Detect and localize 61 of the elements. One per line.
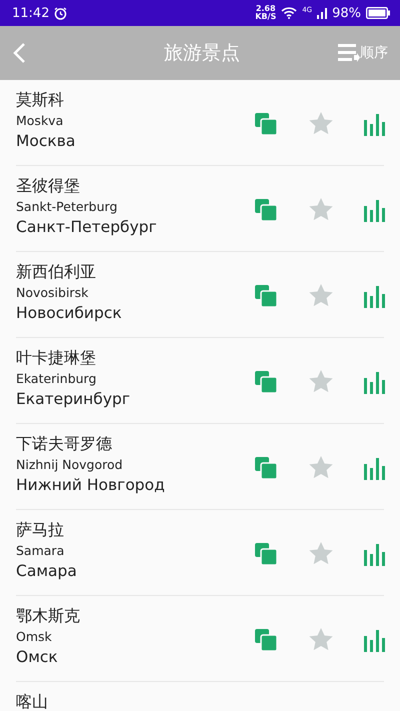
city-name-latin: Nizhnij Novgorod [16, 456, 124, 473]
city-name-chinese: 萨马拉 [16, 520, 65, 540]
star-icon[interactable] [309, 284, 333, 307]
city-name-chinese: 圣彼得堡 [16, 176, 81, 196]
city-name-latin: Novosibirsk [16, 284, 90, 301]
city-row[interactable]: 新西伯利亚 Novosibirsk Новосибирск [16, 252, 384, 338]
copy-icon[interactable] [254, 628, 278, 652]
star-icon[interactable] [309, 112, 333, 135]
bar-chart-icon[interactable] [364, 628, 385, 652]
city-name-chinese: 新西伯利亚 [16, 262, 97, 282]
city-row[interactable]: 鄂木斯克 Omsk Омск [16, 596, 384, 682]
battery-icon [366, 7, 390, 19]
city-row[interactable]: 莫斯科 Moskva Москва [16, 80, 384, 166]
star-icon[interactable] [309, 542, 333, 565]
city-name-russian: Москва [16, 131, 76, 151]
city-name-russian: Новосибирск [16, 303, 123, 323]
star-icon[interactable] [309, 198, 333, 221]
bar-chart-icon[interactable] [364, 112, 385, 136]
battery-percent: 98% [332, 6, 361, 20]
city-name-latin: Ekaterinburg [16, 370, 98, 387]
signal-icon [317, 8, 328, 18]
star-icon[interactable] [309, 456, 333, 479]
copy-icon[interactable] [254, 112, 278, 136]
city-row[interactable]: 喀山 [16, 682, 384, 711]
city-row[interactable]: 叶卡捷琳堡 Ekaterinburg Екатеринбург [16, 338, 384, 424]
bar-chart-icon[interactable] [364, 284, 385, 308]
city-row[interactable]: 圣彼得堡 Sankt-Peterburg Санкт-Петербург [16, 166, 384, 252]
bar-chart-icon[interactable] [364, 456, 385, 480]
city-name-russian: Санкт-Петербург [16, 217, 158, 237]
city-row[interactable]: 萨马拉 Samara Самара [16, 510, 384, 596]
city-name-chinese: 喀山 [16, 692, 49, 711]
city-name-chinese: 下诺夫哥罗德 [16, 434, 113, 454]
city-name-chinese: 莫斯科 [16, 90, 65, 110]
copy-icon[interactable] [254, 198, 278, 222]
city-name-russian: Нижний Новгород [16, 475, 166, 495]
clock-time: 11:42 [12, 6, 50, 20]
city-name-russian: Омск [16, 647, 59, 667]
star-icon[interactable] [309, 628, 333, 651]
copy-icon[interactable] [254, 370, 278, 394]
city-name-latin: Samara [16, 542, 66, 559]
city-name-chinese: 鄂木斯克 [16, 606, 81, 626]
city-name-latin: Moskva [16, 112, 64, 129]
city-name-chinese: 叶卡捷琳堡 [16, 348, 97, 368]
speed-unit: KB/S [255, 13, 276, 21]
copy-icon[interactable] [254, 456, 278, 480]
star-icon[interactable] [309, 370, 333, 393]
page-title: 旅游景点 [163, 41, 241, 66]
bar-chart-icon[interactable] [364, 370, 385, 394]
city-name-latin: Sankt-Peterburg [16, 198, 118, 215]
back-icon[interactable] [12, 42, 26, 64]
city-name-russian: Екатеринбург [16, 389, 131, 409]
city-name-latin: Omsk [16, 628, 53, 645]
bar-chart-icon[interactable] [364, 542, 385, 566]
city-row[interactable]: 下诺夫哥罗德 Nizhnij Novgorod Нижний Новгород [16, 424, 384, 510]
wifi-icon [281, 7, 298, 19]
city-name-russian: Самара [16, 561, 78, 581]
network-speed: 2.68 [256, 5, 276, 13]
copy-icon[interactable] [254, 542, 278, 566]
bar-chart-icon[interactable] [364, 198, 385, 222]
copy-icon[interactable] [254, 284, 278, 308]
alarm-icon [54, 6, 68, 20]
